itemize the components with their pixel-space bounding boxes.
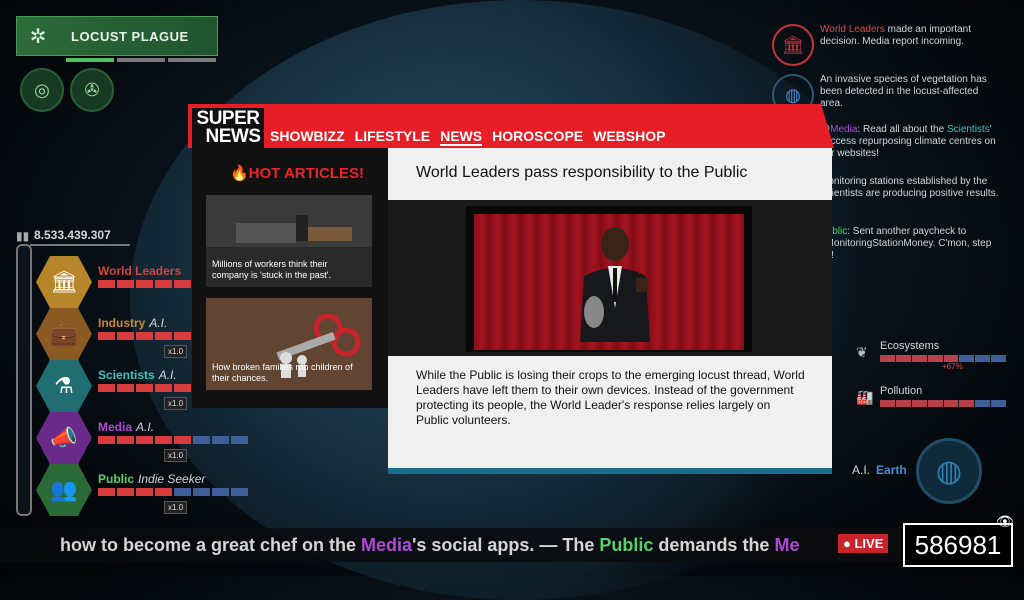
- notification-item[interactable]: 🏛 World Leaders made an important decisi…: [772, 24, 1002, 66]
- news-tabs: SHOWBIZZ LIFESTYLE NEWS HOROSCOPE WEBSHO…: [270, 128, 665, 146]
- tab-showbizz[interactable]: SHOWBIZZ: [270, 128, 345, 146]
- tab-lifestyle[interactable]: LIFESTYLE: [355, 128, 430, 146]
- news-video[interactable]: [466, 206, 752, 352]
- news-article: World Leaders pass responsibility to the…: [388, 148, 832, 474]
- disaster-name: LOCUST PLAGUE: [71, 28, 189, 44]
- people-icon: 👥: [36, 464, 92, 516]
- stat-bar: [880, 400, 1006, 407]
- briefcase-icon: 💼: [36, 308, 92, 360]
- tab-webshop[interactable]: WEBSHOP: [593, 128, 665, 146]
- disaster-badge[interactable]: ✲ LOCUST PLAGUE: [16, 16, 218, 56]
- eye-icon: 👁: [996, 513, 1014, 529]
- population-divider: [30, 244, 130, 246]
- notification-text: Monitoring stations established by the S…: [820, 176, 999, 199]
- leaf-icon: ❦: [856, 344, 868, 360]
- faction-multiplier: x1.0: [164, 397, 188, 410]
- stat-change: +67%: [942, 362, 963, 371]
- faction-multiplier: x1.0: [164, 501, 188, 514]
- faction-name: Scientists: [98, 368, 155, 382]
- faction-name: Media: [98, 420, 133, 434]
- government-icon: 🏛: [772, 24, 814, 66]
- article-title: World Leaders pass responsibility to the…: [416, 164, 748, 181]
- hot-articles-sidebar: 🔥HOT ARTICLES! Millions of workers think…: [192, 148, 388, 408]
- tab-news[interactable]: NEWS: [440, 128, 483, 146]
- hot-articles-heading: 🔥HOT ARTICLES!: [230, 165, 364, 182]
- spray-can-icon: ✇: [84, 79, 100, 100]
- earth-button[interactable]: ◍: [916, 438, 982, 504]
- earth-label: A.I. Earth: [852, 463, 907, 477]
- super-news-logo: SUPER NEWS: [192, 108, 264, 148]
- news-ticker: how to become a great chef on the Media'…: [0, 528, 900, 562]
- notification-highlight: Media: [830, 124, 858, 135]
- government-icon: 🏛: [36, 256, 92, 308]
- faction-bar: [98, 488, 248, 496]
- stat-bar: [880, 355, 1006, 362]
- faction-multiplier: x1.0: [164, 449, 188, 462]
- article-card[interactable]: How broken families rob children of thei…: [206, 298, 372, 390]
- speaker-figure: [580, 227, 650, 342]
- faction-role: A.I.: [158, 368, 177, 382]
- population-tube: [16, 244, 32, 516]
- article-body: While the Public is losing their crops t…: [416, 368, 805, 427]
- disaster-progress: [66, 58, 216, 62]
- notification-text: An invasive species of vegetation has be…: [820, 74, 987, 109]
- flask-icon: ⚗: [36, 360, 92, 412]
- locust-icon: ✲: [29, 25, 47, 48]
- notification-highlight: World Leaders: [820, 24, 885, 35]
- faction-role: A.I.: [149, 316, 168, 330]
- faction-role: Indie Seeker: [138, 472, 206, 486]
- pesticide-button[interactable]: ✇: [70, 68, 114, 112]
- stat-label: Ecosystems: [880, 340, 940, 352]
- notification-text: : Read all about the: [857, 124, 947, 135]
- faction-name: Public: [98, 472, 135, 486]
- article-media: [388, 200, 832, 356]
- article-caption: Millions of workers think their company …: [212, 259, 331, 280]
- faction-multiplier: x1.0: [164, 345, 188, 358]
- stat-pollution[interactable]: 🏭 Pollution: [856, 385, 1016, 407]
- news-window: SUPER NEWS SHOWBIZZ LIFESTYLE NEWS HOROS…: [188, 104, 834, 474]
- globe-icon: ◍: [935, 454, 963, 488]
- notification-highlight: Scientists: [946, 124, 990, 135]
- megaphone-icon: 📣: [36, 412, 92, 464]
- stat-ecosystems[interactable]: ❦ Ecosystems +67%: [856, 340, 1016, 371]
- map-locust-button[interactable]: ◎: [20, 68, 64, 112]
- article-card[interactable]: Millions of workers think their company …: [206, 195, 372, 287]
- world-locust-icon: ◎: [34, 79, 50, 100]
- people-count-icon: ▮▮: [16, 229, 30, 243]
- faction-name: Industry: [98, 316, 146, 330]
- live-badge: ● LIVE: [838, 534, 889, 553]
- faction-role: A.I.: [136, 420, 155, 434]
- stat-label: Pollution: [880, 385, 923, 397]
- faction-name: World Leaders: [98, 264, 182, 278]
- factory-icon: 🏭: [856, 389, 874, 405]
- population-counter: 8.533.439.307: [34, 228, 111, 242]
- article-caption: How broken families rob children of thei…: [212, 362, 353, 383]
- tab-horoscope[interactable]: HOROSCOPE: [492, 128, 583, 146]
